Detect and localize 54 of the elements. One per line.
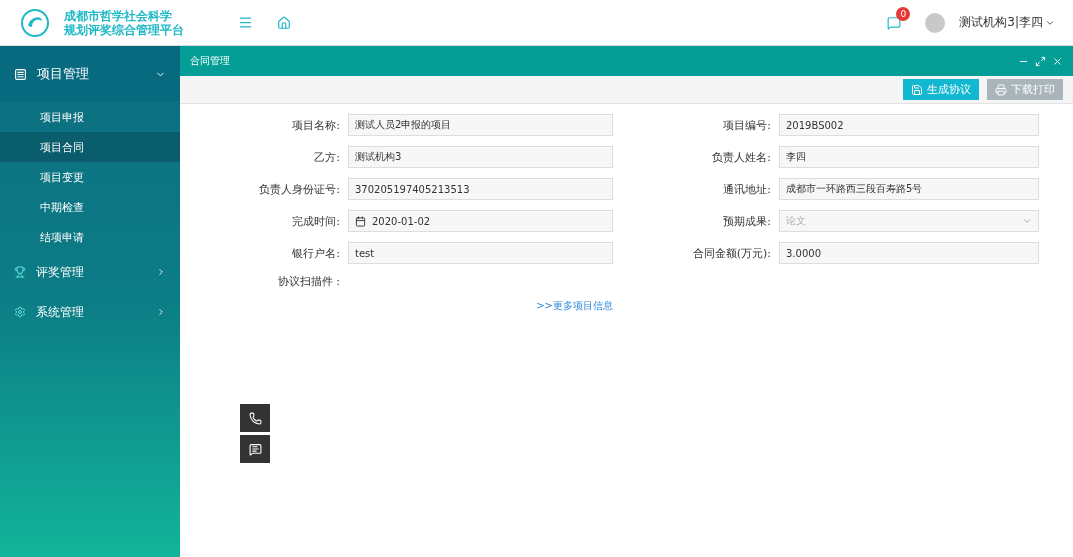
chevron-right-icon [156,267,166,277]
home-icon[interactable] [277,15,291,30]
sidebar-section[interactable]: 项目管理 [0,46,180,102]
sidebar-group[interactable]: 评奖管理 [0,252,180,292]
sidebar-item[interactable]: 项目合同 [0,132,180,162]
platform-title: 成都市哲学社会科学 规划评奖综合管理平台 [64,8,185,37]
printer-icon [995,83,1007,96]
section-label: 项目管理 [37,65,89,83]
field-label: 预期成果: [722,213,771,229]
sidebar-item[interactable]: 中期检查 [0,192,180,222]
input-field[interactable]: 370205197405213513 [348,178,613,200]
message-badge: 0 [896,6,911,21]
input-field[interactable]: 李四 [779,146,1039,168]
input-field[interactable]: 测试人员2申报的项目 [348,114,613,136]
chevron-right-icon [156,307,166,317]
sidebar-group[interactable]: 系统管理 [0,292,180,332]
chat-icon[interactable] [240,435,270,463]
sidebar-item[interactable]: 项目申报 [0,102,180,132]
field-label: 乙方: [313,149,340,165]
field-label: 完成时间: [291,213,340,229]
panel-title: 合同管理 [190,54,230,68]
phone-icon[interactable] [240,404,270,432]
trophy-icon [14,266,26,278]
close-icon[interactable] [1052,55,1063,67]
save-icon [911,83,923,96]
input-field[interactable]: 2019BS002 [779,114,1039,136]
more-info-link[interactable]: >>更多项目信息 [536,299,613,313]
logo-icon [20,7,50,38]
date-field[interactable]: 2020-01-02 [348,210,613,232]
field-label: 项目编号: [722,117,771,133]
list-icon [14,67,27,81]
input-field[interactable]: 3.0000 [779,242,1039,264]
maximize-icon[interactable] [1035,55,1046,67]
input-field[interactable]: 成都市一环路西三段百寿路5号 [779,178,1039,200]
gear-icon [14,306,26,318]
avatar [925,12,946,33]
caret-icon [1022,216,1032,226]
field-label: 合同金额(万元): [691,245,771,261]
field-label: 银行户名: [291,245,340,261]
menu-icon[interactable] [238,15,253,30]
field-label: 协议扫描件 : [276,274,340,289]
field-label: 项目名称: [291,117,340,133]
field-label: 通讯地址: [722,181,771,197]
calendar-icon [355,215,366,227]
field-label: 负责人姓名: [711,149,771,165]
input-field[interactable]: test [348,242,613,264]
field-label: 负责人身份证号: [258,181,340,197]
sidebar-item[interactable]: 项目变更 [0,162,180,192]
message-icon[interactable] [887,15,902,30]
group-label: 系统管理 [36,303,84,321]
group-label: 评奖管理 [36,263,84,281]
user-menu[interactable]: 测试机构3|李四 [959,14,1055,31]
sidebar-item[interactable]: 结项申请 [0,222,180,252]
input-field[interactable]: 测试机构3 [348,146,613,168]
